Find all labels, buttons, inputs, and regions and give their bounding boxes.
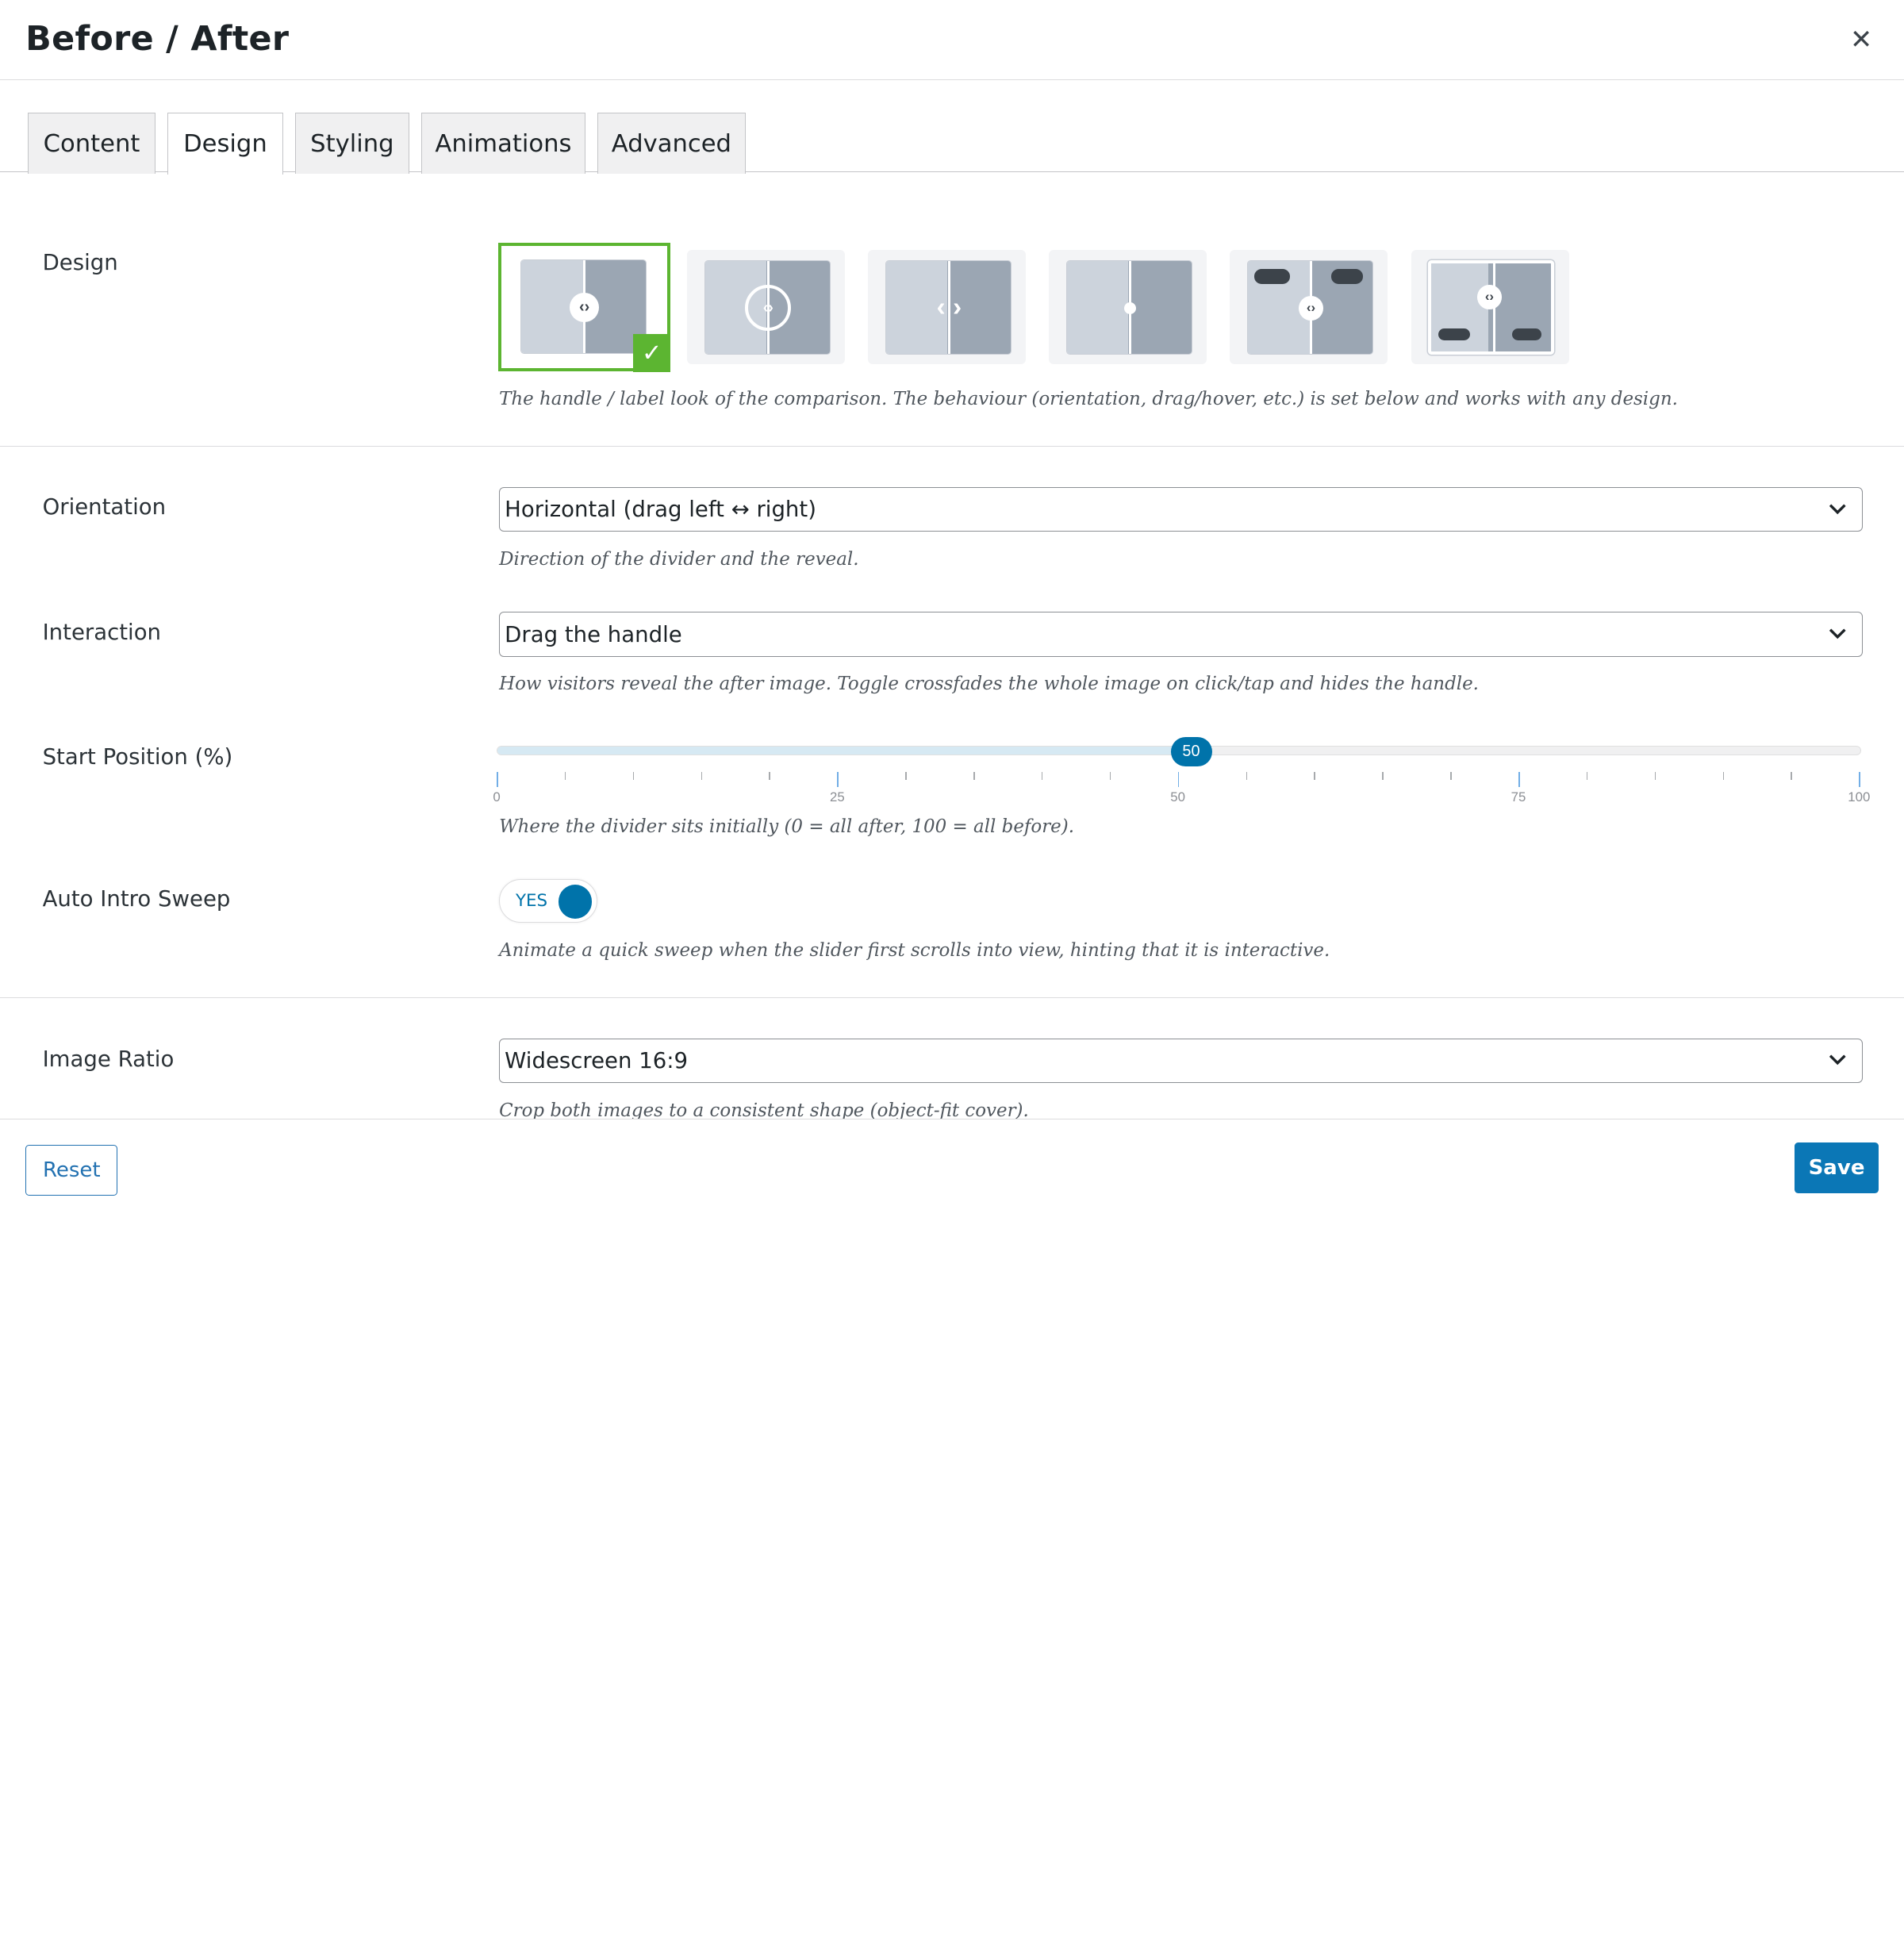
slider-tick <box>701 772 703 780</box>
slider-tick <box>1382 772 1384 780</box>
design-thumbnail: ‹› <box>704 259 831 355</box>
auto-intro-sweep-toggle[interactable]: YES <box>499 879 598 924</box>
slider-tick <box>769 772 770 780</box>
slider-tick-label: 100 <box>1848 789 1871 804</box>
slider-fill <box>497 746 1180 755</box>
design-thumbnail: ‹› <box>1246 259 1374 355</box>
interaction-label: Interaction <box>42 619 162 645</box>
save-button[interactable]: Save <box>1795 1142 1879 1194</box>
interaction-description: How visitors reveal the after image. Tog… <box>499 674 1479 695</box>
slider-tick <box>973 772 975 780</box>
slider-thumb[interactable]: 50 <box>1170 737 1212 766</box>
design-thumbnail: ‹› <box>1427 259 1555 355</box>
design-option-top-labels[interactable]: ‹› <box>1230 250 1388 365</box>
label-pill-icon <box>1512 328 1541 341</box>
dot-handle-icon <box>1123 301 1137 314</box>
design-option-dot[interactable] <box>1049 250 1207 365</box>
start-position-slider[interactable]: 50 0 25 50 75 100 <box>493 733 1870 806</box>
design-thumbnail <box>1065 259 1193 355</box>
checkmark-icon: ✓ <box>633 334 671 372</box>
tab-animations[interactable]: Animations <box>421 113 585 174</box>
auto-intro-sweep-label: Auto Intro Sweep <box>42 886 231 912</box>
slider-tick <box>1314 772 1315 780</box>
tab-bar: Content Design Styling Animations Advanc… <box>0 80 1904 175</box>
tab-advanced[interactable]: Advanced <box>597 113 746 174</box>
design-thumbnail: ‹ › <box>885 259 1012 355</box>
label-pill-icon <box>1331 269 1363 284</box>
design-thumbnail: ‹› <box>520 259 647 355</box>
slider-tick <box>1177 772 1180 787</box>
design-option-ring-handle[interactable]: ‹› <box>687 250 846 365</box>
toggle-state-text: YES <box>515 890 548 911</box>
slider-tick-label: 75 <box>1511 789 1526 804</box>
slider-tick <box>1041 772 1043 780</box>
start-position-description: Where the divider sits initially (0 = al… <box>499 816 1075 837</box>
design-label: Design <box>42 250 118 276</box>
orientation-select[interactable]: Horizontal (drag left ↔ right) <box>499 486 1863 532</box>
image-ratio-description: Crop both images to a consistent shape (… <box>499 1100 1029 1119</box>
tab-design[interactable]: Design <box>167 113 283 175</box>
slider-tick <box>632 772 635 780</box>
slider-tick <box>1791 772 1792 780</box>
slider-tick <box>905 772 907 780</box>
slider-tick <box>1109 772 1111 780</box>
slider-tick <box>497 772 498 787</box>
divider <box>0 445 1904 447</box>
orientation-label: Orientation <box>42 493 167 520</box>
orientation-description: Direction of the divider and the reveal. <box>499 548 859 570</box>
slider-tick <box>1586 772 1588 780</box>
design-description: The handle / label look of the compariso… <box>499 388 1678 409</box>
start-position-label: Start Position (%) <box>42 744 233 770</box>
slider-tick <box>1722 772 1725 780</box>
arrows-handle-icon: ‹› <box>1299 295 1323 321</box>
chevrons-icon: ‹ › <box>936 293 962 323</box>
slider-tick <box>564 772 566 780</box>
modal-footer: Reset Save <box>0 1118 1904 1269</box>
design-option-classic[interactable]: ‹› ✓ <box>497 243 671 372</box>
reset-button[interactable]: Reset <box>25 1144 118 1196</box>
tab-styling[interactable]: Styling <box>294 113 409 174</box>
interaction-value: Drag the handle <box>505 621 682 647</box>
arrows-handle-icon: ‹› <box>1477 285 1502 309</box>
slider-tick <box>1450 772 1452 780</box>
slider-tick <box>1246 772 1248 780</box>
label-pill-icon <box>1438 328 1470 341</box>
slider-tick <box>837 772 839 787</box>
image-ratio-label: Image Ratio <box>42 1046 175 1073</box>
interaction-select[interactable]: Drag the handle <box>499 612 1863 658</box>
auto-intro-sweep-description: Animate a quick sweep when the slider fi… <box>499 939 1330 961</box>
divider <box>0 996 1904 999</box>
slider-tick-label: 0 <box>493 789 501 804</box>
chevron-down-icon <box>1829 503 1846 514</box>
slider-tick-label: 25 <box>829 789 845 804</box>
toggle-knob <box>558 885 593 920</box>
modal-dialog: Before / After ✕ Content Design Styling … <box>0 0 1904 1943</box>
modal-header: Before / After ✕ <box>0 0 1904 81</box>
tab-content[interactable]: Content <box>28 113 155 174</box>
slider-tick <box>1859 772 1860 787</box>
image-ratio-select[interactable]: Widescreen 16:9 <box>499 1038 1863 1084</box>
close-icon[interactable]: ✕ <box>1850 26 1872 54</box>
chevron-down-icon <box>1829 628 1846 639</box>
modal-title: Before / After <box>25 19 290 60</box>
chevron-down-icon <box>1829 1054 1846 1066</box>
orientation-value: Horizontal (drag left ↔ right) <box>505 497 816 523</box>
label-pill-icon <box>1253 269 1291 284</box>
settings-panel: Design ‹› ✓ ‹› ‹ › ‹› ‹› The handle / la… <box>0 172 1904 1119</box>
image-ratio-value: Widescreen 16:9 <box>505 1047 689 1073</box>
arrows-handle-icon: ‹› <box>570 293 599 322</box>
design-option-arrows[interactable]: ‹ › <box>868 250 1027 365</box>
slider-tick <box>1518 772 1520 787</box>
slider-tick-label: 50 <box>1170 789 1186 804</box>
design-option-bottom-labels[interactable]: ‹› <box>1411 250 1569 365</box>
slider-tick <box>1654 772 1656 780</box>
